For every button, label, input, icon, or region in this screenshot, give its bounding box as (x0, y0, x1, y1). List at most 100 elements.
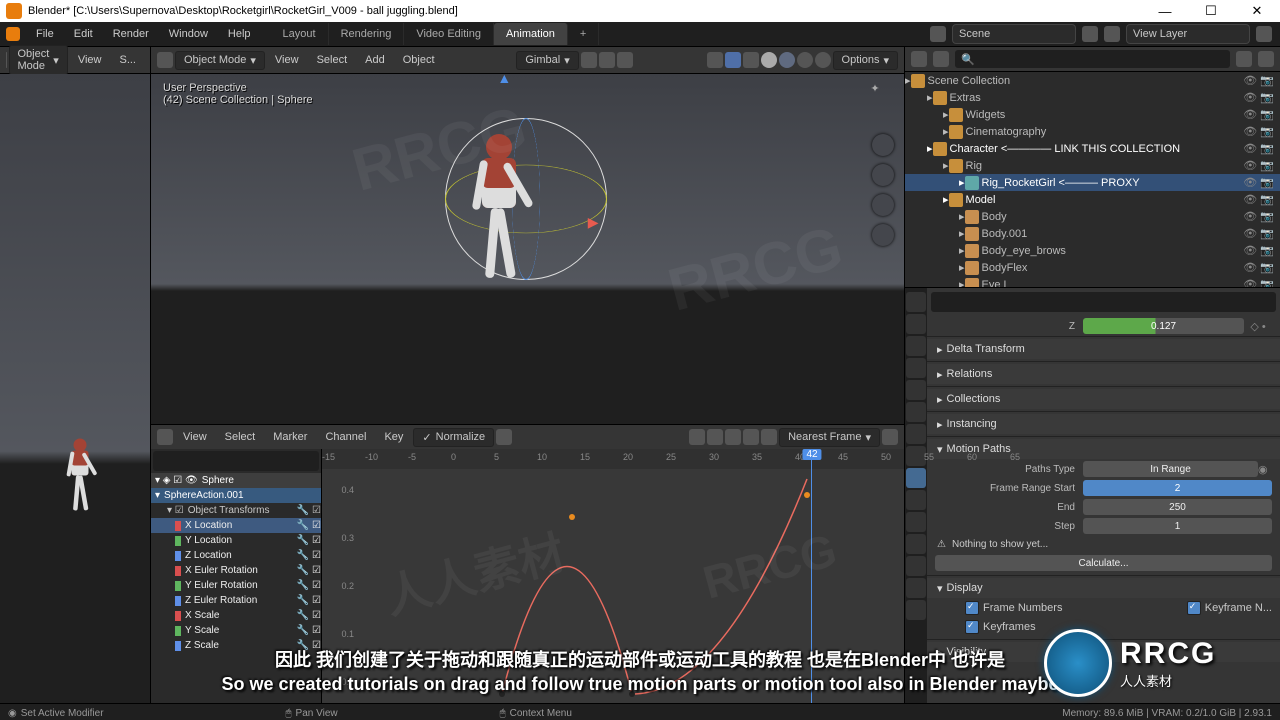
visibility-icon[interactable] (707, 52, 723, 68)
gizmo-toggle-icon[interactable] (725, 52, 741, 68)
frame-end-input[interactable]: 250 (1083, 499, 1272, 515)
fcurve-z-location[interactable]: Z Location🔧 ☑ (151, 548, 321, 563)
axis-gizmo[interactable]: ✦ (858, 82, 892, 95)
ge-key-menu[interactable]: Key (376, 431, 411, 443)
shading-solid-icon[interactable] (779, 52, 795, 68)
outliner-row[interactable]: ▸Cinematography👁 📷 (905, 123, 1280, 140)
ge-tool1-icon[interactable] (689, 429, 705, 445)
shading-matprev-icon[interactable] (797, 52, 813, 68)
ge-marker-menu[interactable]: Marker (265, 431, 315, 443)
editor-type-icon[interactable] (6, 52, 7, 68)
shading-wire-icon[interactable] (761, 52, 777, 68)
menu-edit[interactable]: Edit (64, 28, 103, 40)
panel-delta-transform[interactable]: ▸ Delta Transform (927, 339, 1280, 359)
menu-render[interactable]: Render (103, 28, 159, 40)
keyframe-n-check[interactable]: Keyframe N... (1187, 601, 1272, 615)
ge-channel-menu[interactable]: Channel (317, 431, 374, 443)
new-scene-icon[interactable] (1082, 26, 1098, 42)
props-tab-5[interactable] (906, 402, 926, 422)
ge-tool2-icon[interactable] (707, 429, 723, 445)
outliner-row[interactable]: ▸Scene Collection👁 📷 (905, 72, 1280, 89)
filter-icon[interactable] (1236, 51, 1252, 67)
outliner-row[interactable]: ▸Extras👁 📷 (905, 89, 1280, 106)
character-mesh[interactable] (482, 134, 516, 208)
loc-z-value[interactable]: 0.127 (1083, 318, 1244, 334)
orientation-dropdown[interactable]: Gimbal▾ (516, 51, 578, 70)
add-menu[interactable]: Add (357, 54, 393, 66)
props-tab-6[interactable] (906, 424, 926, 444)
scene-icon[interactable] (930, 26, 946, 42)
outliner-search[interactable]: 🔍 (955, 50, 1230, 68)
outliner-row[interactable]: ▸Rig👁 📷 (905, 157, 1280, 174)
props-tab-1[interactable] (906, 314, 926, 334)
editor-type-icon[interactable] (157, 429, 173, 445)
outliner-row[interactable]: ▸BodyFlex👁 📷 (905, 259, 1280, 276)
frame-step-input[interactable]: 1 (1083, 518, 1272, 534)
workspace-tab-layout[interactable]: Layout (271, 23, 329, 45)
fcurve-x-location[interactable]: X Location🔧 ☑ (151, 518, 321, 533)
new-coll-icon[interactable] (1258, 51, 1274, 67)
camera-icon[interactable] (872, 194, 894, 216)
grid-icon[interactable] (872, 224, 894, 246)
maximize-button[interactable]: ☐ (1188, 0, 1234, 22)
display-mode-icon[interactable] (933, 51, 949, 67)
ge-tool3-icon[interactable] (725, 429, 741, 445)
new-layer-icon[interactable] (1256, 26, 1272, 42)
mode-dropdown[interactable]: Object Mode▾ (175, 51, 265, 70)
outliner-row[interactable]: ▸Body👁 📷 (905, 208, 1280, 225)
add-workspace-button[interactable]: + (568, 23, 599, 45)
fcurve-x-euler-rotation[interactable]: X Euler Rotation🔧 ☑ (151, 563, 321, 578)
outliner-row[interactable]: ▸Rig_RocketGirl <——— PROXY👁 📷 (905, 174, 1280, 191)
props-search[interactable] (931, 292, 1276, 312)
menu-file[interactable]: File (26, 28, 64, 40)
snap-mode-dropdown[interactable]: Nearest Frame▾ (779, 428, 880, 447)
fcurve-y-location[interactable]: Y Location🔧 ☑ (151, 533, 321, 548)
view-menu[interactable]: View (267, 54, 307, 66)
proportional-icon[interactable] (617, 52, 633, 68)
view-menu[interactable]: View (70, 54, 110, 66)
fcurve-z-euler-rotation[interactable]: Z Euler Rotation🔧 ☑ (151, 593, 321, 608)
truncated-menu[interactable]: S... (111, 54, 144, 66)
outliner-row[interactable]: ▸Eye L👁 📷 (905, 276, 1280, 287)
outliner-row[interactable]: ▸Body.001👁 📷 (905, 225, 1280, 242)
outliner-row[interactable]: ▸Model👁 📷 (905, 191, 1280, 208)
viewlayer-field[interactable]: View Layer (1126, 24, 1250, 44)
select-menu[interactable]: Select (309, 54, 356, 66)
panel-instancing[interactable]: ▸ Instancing (927, 414, 1280, 434)
props-tab-2[interactable] (906, 336, 926, 356)
ge-view-menu[interactable]: View (175, 431, 215, 443)
main-viewport[interactable]: User Perspective (42) Scene Collection |… (151, 74, 904, 424)
channel-search[interactable] (153, 451, 319, 471)
channel-group[interactable]: ▾ ☑Object Transforms 🔧 ☑ (151, 503, 321, 518)
object-menu[interactable]: Object (395, 54, 443, 66)
ge-filter-icon[interactable] (743, 429, 759, 445)
options-dropdown[interactable]: Options▾ (833, 51, 898, 70)
pivot-icon[interactable] (581, 52, 597, 68)
workspace-tab-rendering[interactable]: Rendering (329, 23, 405, 45)
minimize-button[interactable]: — (1142, 0, 1188, 22)
props-tab-3[interactable] (906, 358, 926, 378)
ge-prop-icon[interactable] (882, 429, 898, 445)
outliner-row[interactable]: ▸Character <———— LINK THIS COLLECTION👁 📷 (905, 140, 1280, 157)
refresh-icon[interactable] (496, 429, 512, 445)
scene-field[interactable]: Scene (952, 24, 1076, 44)
props-tab-4[interactable] (906, 380, 926, 400)
frame-start-input[interactable]: 2 (1083, 480, 1272, 496)
outliner-row[interactable]: ▸Body_eye_brows👁 📷 (905, 242, 1280, 259)
playhead[interactable]: 42 (811, 449, 812, 703)
panel-relations[interactable]: ▸ Relations (927, 364, 1280, 384)
snap-icon[interactable] (599, 52, 615, 68)
props-tab-0[interactable] (906, 292, 926, 312)
shading-rendered-icon[interactable] (815, 52, 831, 68)
menu-window[interactable]: Window (159, 28, 218, 40)
fcurve-y-scale[interactable]: Y Scale🔧 ☑ (151, 623, 321, 638)
overlays-icon[interactable] (743, 52, 759, 68)
graph-editor-canvas[interactable]: -15-10-505101520253035404550556065 0.40.… (322, 449, 904, 703)
fcurve-y-euler-rotation[interactable]: Y Euler Rotation🔧 ☑ (151, 578, 321, 593)
workspace-tab-animation[interactable]: Animation (494, 23, 568, 45)
outliner-tree[interactable]: ▸Scene Collection👁 📷▸Extras👁 📷▸Widgets👁 … (905, 72, 1280, 287)
normalize-toggle[interactable]: ✓Normalize (413, 428, 494, 447)
channel-root[interactable]: ▾ ◈ ☑ 👁 Sphere (151, 473, 321, 488)
mode-dropdown[interactable]: Object Mode▾ (9, 45, 68, 75)
workspace-tab-video-editing[interactable]: Video Editing (404, 23, 494, 45)
